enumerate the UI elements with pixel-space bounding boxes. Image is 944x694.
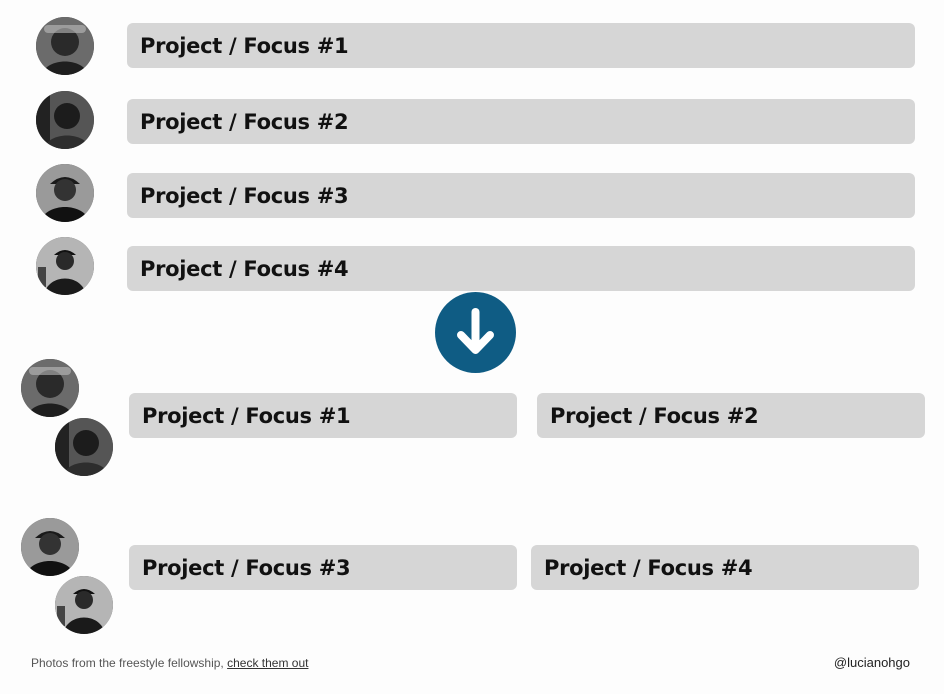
project-focus-label: Project / Focus #2	[140, 109, 349, 134]
project-focus-bar-4: Project / Focus #4	[127, 246, 915, 291]
project-focus-bar-1: Project / Focus #1	[127, 23, 915, 68]
avatar-person-2	[36, 91, 94, 149]
project-focus-bar-3: Project / Focus #3	[127, 173, 915, 218]
photo-credit: Photos from the freestyle fellowship, ch…	[31, 656, 308, 670]
grid-focus-bar-4: Project / Focus #4	[531, 545, 919, 590]
photo-credit-text: Photos from the freestyle fellowship,	[31, 656, 228, 670]
project-focus-label: Project / Focus #1	[142, 403, 351, 428]
project-focus-label: Project / Focus #1	[140, 33, 349, 58]
avatar-person-3	[21, 518, 79, 576]
project-focus-bar-2: Project / Focus #2	[127, 99, 915, 144]
avatar-person-2	[55, 418, 113, 476]
project-focus-label: Project / Focus #3	[140, 183, 349, 208]
avatar-person-3	[36, 164, 94, 222]
check-them-out-link[interactable]: check them out	[227, 656, 308, 670]
slide-canvas: Project / Focus #1 Project / Focus #2 Pr…	[0, 0, 944, 694]
avatar-person-4	[36, 237, 94, 295]
grid-focus-bar-1: Project / Focus #1	[129, 393, 517, 438]
project-focus-label: Project / Focus #4	[140, 256, 349, 281]
avatar-person-4	[55, 576, 113, 634]
grid-focus-bar-3: Project / Focus #3	[129, 545, 517, 590]
project-focus-label: Project / Focus #4	[544, 555, 753, 580]
avatar-person-1	[21, 359, 79, 417]
project-focus-label: Project / Focus #3	[142, 555, 351, 580]
author-handle: @lucianohgo	[833, 655, 910, 670]
avatar-person-1	[36, 17, 94, 75]
grid-focus-bar-2: Project / Focus #2	[537, 393, 925, 438]
project-focus-label: Project / Focus #2	[550, 403, 759, 428]
arrow-down-icon	[435, 292, 516, 373]
